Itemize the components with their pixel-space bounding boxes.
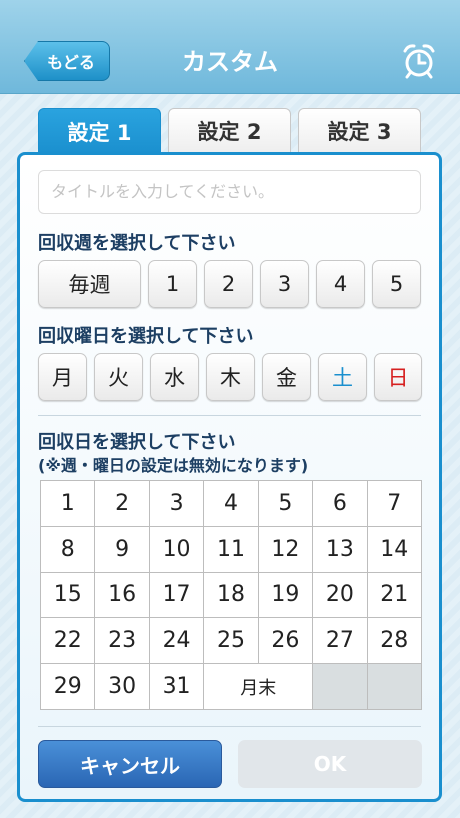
weekday-option-thu[interactable]: 木 [206, 353, 255, 401]
day-cell-4[interactable]: 4 [204, 481, 259, 527]
day-cell-empty [313, 664, 368, 710]
day-cell-20[interactable]: 20 [313, 572, 368, 619]
weekday-option-mon[interactable]: 月 [38, 353, 87, 401]
week-option-3[interactable]: 3 [260, 260, 309, 308]
day-cell-15[interactable]: 15 [41, 572, 96, 619]
week-option-every[interactable]: 毎週 [38, 260, 141, 308]
day-cell-14[interactable]: 14 [367, 526, 422, 573]
title-input[interactable]: タイトルを入力してください。 [38, 170, 421, 214]
week-option-5[interactable]: 5 [372, 260, 421, 308]
tab-setting-2[interactable]: 設定 2 [168, 108, 291, 154]
day-cell-12[interactable]: 12 [258, 526, 314, 573]
cancel-button[interactable]: キャンセル [38, 740, 222, 788]
day-cell-26[interactable]: 26 [258, 618, 314, 665]
weekday-option-sun[interactable]: 日 [374, 353, 422, 401]
day-cell-21[interactable]: 21 [367, 572, 422, 619]
page-title: カスタム [182, 48, 278, 76]
day-cell-2[interactable]: 2 [95, 481, 150, 527]
day-cell-13[interactable]: 13 [313, 526, 368, 573]
day-cell-17[interactable]: 17 [149, 572, 205, 619]
day-cell-7[interactable]: 7 [367, 481, 422, 527]
weekday-option-wed[interactable]: 水 [150, 353, 199, 401]
day-section-note: (※週・曜日の設定は無効になります) [38, 456, 309, 475]
day-cell-8[interactable]: 8 [41, 526, 96, 573]
day-cell-19[interactable]: 19 [258, 572, 314, 619]
week-option-2[interactable]: 2 [204, 260, 253, 308]
day-cell-3[interactable]: 3 [149, 481, 205, 527]
day-cell-18[interactable]: 18 [204, 572, 259, 619]
day-cell-28[interactable]: 28 [367, 618, 422, 665]
day-cell-month-end[interactable]: 月末 [204, 664, 314, 710]
day-cell-24[interactable]: 24 [149, 618, 205, 665]
ok-button[interactable]: OK [238, 740, 422, 788]
day-cell-11[interactable]: 11 [204, 526, 259, 573]
alarm-clock-icon[interactable] [400, 42, 438, 80]
day-grid: 1 2 3 4 5 6 7 8 9 10 11 12 13 14 15 16 1… [40, 480, 422, 710]
day-cell-5[interactable]: 5 [258, 481, 314, 527]
day-cell-31[interactable]: 31 [149, 664, 205, 710]
weekday-option-sat[interactable]: 土 [318, 353, 367, 401]
day-cell-29[interactable]: 29 [41, 664, 96, 710]
day-cell-9[interactable]: 9 [95, 526, 150, 573]
weekday-option-fri[interactable]: 金 [262, 353, 311, 401]
week-option-4[interactable]: 4 [316, 260, 365, 308]
day-cell-10[interactable]: 10 [149, 526, 205, 573]
day-cell-30[interactable]: 30 [95, 664, 150, 710]
weekday-option-tue[interactable]: 火 [94, 353, 143, 401]
week-option-1[interactable]: 1 [148, 260, 197, 308]
day-cell-25[interactable]: 25 [204, 618, 259, 665]
day-cell-6[interactable]: 6 [313, 481, 368, 527]
day-cell-22[interactable]: 22 [41, 618, 96, 665]
tab-setting-3[interactable]: 設定 3 [298, 108, 421, 154]
tab-setting-1[interactable]: 設定 1 [38, 108, 161, 156]
week-section-label: 回収週を選択して下さい [38, 233, 236, 254]
header-bar: もどる カスタム [0, 0, 460, 94]
footer-divider [38, 726, 421, 727]
section-divider [38, 415, 421, 416]
back-button[interactable]: もどる [24, 41, 110, 81]
day-cell-empty [367, 664, 422, 710]
weekday-section-label: 回収曜日を選択して下さい [38, 326, 254, 347]
day-section-label: 回収日を選択して下さい [38, 432, 236, 453]
day-cell-1[interactable]: 1 [41, 481, 96, 527]
day-cell-16[interactable]: 16 [95, 572, 150, 619]
day-cell-27[interactable]: 27 [313, 618, 368, 665]
day-cell-23[interactable]: 23 [95, 618, 150, 665]
